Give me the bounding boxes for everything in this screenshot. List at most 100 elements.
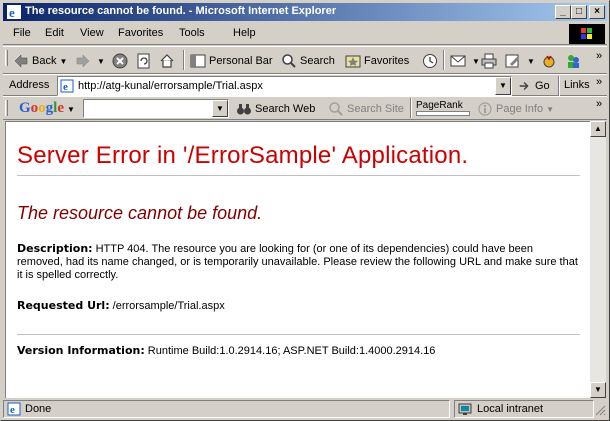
scroll-down-button[interactable]: ▼ [590, 382, 606, 398]
mail-dropdown-icon[interactable]: ▼ [472, 57, 480, 66]
vertical-scrollbar[interactable]: ▲ ▼ [590, 121, 606, 398]
page-icon: e [60, 79, 74, 93]
toolbar-separator [410, 98, 412, 118]
minimize-button[interactable]: _ [555, 5, 571, 19]
personal-bar-label: Personal Bar [209, 55, 273, 67]
standard-toolbar: Back ▼ ▼ Personal Bar Search Favorites ▼… [3, 46, 607, 74]
windows-logo [569, 24, 605, 44]
favorites-button[interactable]: Favorites [345, 53, 409, 69]
search-site-label: Search Site [347, 103, 404, 115]
home-button[interactable] [159, 53, 178, 69]
maximize-button[interactable]: □ [571, 5, 587, 19]
go-arrow-icon [519, 82, 529, 90]
links-button[interactable]: Links [564, 79, 590, 91]
menu-help[interactable]: Help [233, 27, 256, 39]
menu-favorites[interactable]: Favorites [118, 27, 163, 39]
back-dropdown-icon[interactable]: ▼ [59, 57, 67, 66]
messenger-button[interactable] [565, 53, 584, 69]
info-icon [478, 102, 492, 116]
menu-bar: File Edit View Favorites Tools Help [3, 23, 607, 45]
search-web-button[interactable]: Search Web [236, 101, 315, 117]
address-url: http://atg-kunal/errorsample/Trial.aspx [78, 80, 263, 92]
forward-arrow-icon [76, 54, 90, 68]
menu-tools[interactable]: Tools [179, 27, 205, 39]
personal-bar-button[interactable]: Personal Bar [190, 53, 273, 69]
favorites-icon [345, 55, 361, 68]
description-text: HTTP 404. The resource you are looking f… [17, 243, 578, 281]
address-field[interactable]: e http://atg-kunal/errorsample/Trial.asp… [57, 76, 512, 96]
edit-button[interactable]: ▼ [505, 53, 535, 69]
requested-url-block: Requested Url: /errorsample/Trial.aspx [17, 299, 580, 313]
address-bar: Address e http://atg-kunal/errorsample/T… [3, 74, 607, 96]
print-button[interactable] [481, 53, 500, 69]
address-label: Address [9, 79, 50, 91]
divider [17, 175, 580, 176]
address-dropdown-icon[interactable]: ▼ [495, 77, 511, 95]
windows-flag-icon [581, 28, 592, 39]
discuss-button[interactable] [541, 53, 560, 69]
svg-text:e: e [63, 81, 68, 93]
refresh-icon [137, 53, 150, 69]
security-zone-label: Local intranet [477, 403, 544, 415]
google-menu-dropdown-icon: ▼ [67, 105, 75, 114]
page-info-button[interactable]: Page Info ▼ [477, 101, 554, 117]
history-button[interactable] [422, 53, 441, 69]
resize-grip-icon[interactable] [594, 403, 606, 417]
edit-dropdown-icon[interactable]: ▼ [527, 57, 535, 66]
edit-icon [505, 54, 519, 68]
stop-button[interactable] [112, 53, 131, 69]
google-logo[interactable]: Google ▼ [19, 100, 75, 117]
google-search-dropdown-icon[interactable]: ▼ [212, 100, 228, 117]
search-site-icon [329, 102, 343, 116]
refresh-button[interactable] [136, 53, 155, 69]
forward-dropdown-icon[interactable]: ▼ [97, 57, 105, 66]
home-icon [160, 54, 174, 68]
mail-icon [450, 55, 466, 67]
intranet-icon [458, 403, 472, 415]
menu-file[interactable]: File [13, 27, 31, 39]
error-subheading: The resource cannot be found. [17, 203, 263, 223]
go-button[interactable]: Go [518, 79, 550, 93]
toolbar-grip[interactable] [5, 50, 8, 66]
window-title: The resource cannot be found. - Microsof… [25, 5, 337, 17]
version-text: Runtime Build:1.0.2914.16; ASP.NET Build… [147, 345, 436, 357]
pagerank-label: PageRank [416, 100, 463, 111]
search-button[interactable]: Search [281, 53, 335, 69]
toolbar-separator [183, 50, 185, 70]
mail-button[interactable]: ▼ [450, 53, 480, 69]
requested-url-value: /errorsample/Trial.aspx [112, 300, 225, 312]
security-zone-pane[interactable]: Local intranet [454, 400, 594, 418]
binoculars-icon [237, 104, 251, 115]
menu-view[interactable]: View [80, 27, 104, 39]
google-search-input[interactable]: ▼ [83, 99, 229, 118]
close-button[interactable]: × [589, 5, 605, 19]
search-web-label: Search Web [255, 103, 316, 115]
forward-button[interactable]: ▼ [75, 53, 105, 69]
status-text: Done [25, 403, 52, 415]
svg-text:e: e [9, 5, 15, 20]
page-info-dropdown-icon[interactable]: ▼ [546, 105, 554, 114]
toolbar-more-chevron[interactable]: » [596, 50, 602, 62]
page-info-label: Page Info [496, 103, 544, 115]
ie-logo-icon: e [7, 5, 21, 20]
browser-window: e The resource cannot be found. - Micros… [0, 0, 610, 421]
pagerank-meter: PageRank [416, 99, 472, 117]
divider [17, 334, 580, 335]
scroll-up-button[interactable]: ▲ [590, 121, 606, 137]
version-block: Version Information: Runtime Build:1.0.2… [17, 344, 580, 358]
pagerank-bar [416, 111, 470, 116]
title-bar[interactable]: e The resource cannot be found. - Micros… [3, 3, 607, 21]
svg-text:e: e [10, 404, 15, 416]
toolbar-grip[interactable] [5, 100, 8, 116]
toolbar-separator [443, 50, 445, 70]
menu-edit[interactable]: Edit [45, 27, 64, 39]
search-site-button[interactable]: Search Site [328, 101, 404, 117]
google-more-chevron[interactable]: » [596, 98, 602, 110]
links-more-chevron[interactable]: » [596, 76, 602, 88]
back-button[interactable]: Back ▼ [13, 53, 67, 69]
page-title: Server Error in '/ErrorSample' Applicati… [17, 142, 469, 169]
history-icon [423, 54, 437, 68]
requested-url-label: Requested Url: [17, 299, 110, 312]
personal-bar-icon [190, 54, 206, 68]
discuss-icon [543, 55, 555, 68]
